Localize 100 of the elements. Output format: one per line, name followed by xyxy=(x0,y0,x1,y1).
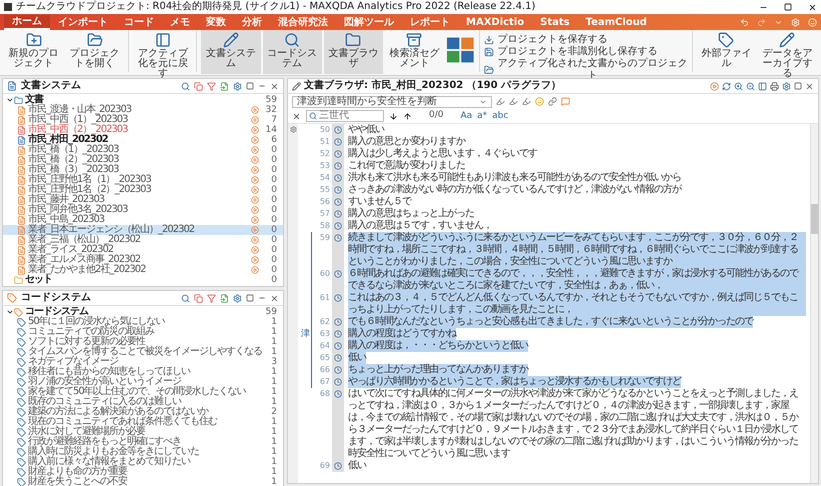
tree-row[interactable]: 市民_中西（2）_202303 14 xyxy=(3,125,283,135)
ribbon-button[interactable]: 検索済セグメント xyxy=(384,30,444,74)
clock-icon[interactable] xyxy=(334,126,342,134)
tree-row[interactable]: 市民_橋（3）_202303 0 xyxy=(3,165,283,175)
tree-row[interactable]: コードシステム 59 xyxy=(3,307,283,317)
tree-row[interactable]: 市民_橋（2）_202303 0 xyxy=(3,155,283,165)
next-icon[interactable] xyxy=(389,112,398,120)
tree-row[interactable]: 市民_村田_202302 6 xyxy=(3,135,283,145)
import-icon[interactable] xyxy=(220,82,229,90)
tree-row[interactable]: 業者_ライス_202302 0 xyxy=(3,245,283,255)
clock-icon[interactable] xyxy=(334,210,342,218)
play-icon[interactable] xyxy=(251,206,259,214)
print-icon[interactable] xyxy=(770,82,779,90)
highlighter-icon[interactable] xyxy=(522,97,531,106)
clock-icon[interactable] xyxy=(334,294,342,302)
menu-tab[interactable]: 図解ツール xyxy=(336,15,402,30)
search-option[interactable]: abc xyxy=(492,111,508,121)
play-icon[interactable] xyxy=(251,236,259,244)
search-option[interactable]: Aa xyxy=(460,111,472,121)
tree-row[interactable]: 市民_庄野他1名（1）_202303 0 xyxy=(3,175,283,185)
clock-icon[interactable] xyxy=(334,198,342,206)
ribbon-link[interactable]: プロジェクトを非識別化し保存する xyxy=(484,46,688,58)
undock-icon[interactable] xyxy=(794,82,802,90)
tree-row[interactable]: 購入時に防災よりもお金等をきにしていた 1 xyxy=(3,447,283,457)
ribbon-button[interactable]: 文書ブラウザ xyxy=(324,30,383,74)
undo-icon[interactable] xyxy=(740,18,749,27)
play-icon[interactable] xyxy=(251,226,259,234)
scrollbar[interactable] xyxy=(810,124,818,483)
tree-row[interactable]: 移住者にも昔からの知恵をしってほしい 1 xyxy=(3,367,283,377)
search-field[interactable]: 三世代 xyxy=(306,110,384,122)
settings-icon[interactable] xyxy=(233,82,242,90)
ribbon-button[interactable]: 新規のプロジェクト xyxy=(4,30,64,74)
menu-tab[interactable]: インポート xyxy=(50,15,116,30)
menu-tab[interactable]: 混合研究法 xyxy=(270,15,336,30)
tree-row[interactable]: 市民_橋（1）_202303 0 xyxy=(3,145,283,155)
highlighter-icon[interactable] xyxy=(509,97,518,106)
link-icon[interactable] xyxy=(548,97,557,106)
panel-icon[interactable] xyxy=(758,82,767,90)
comment-icon[interactable] xyxy=(561,97,570,106)
ribbon-link[interactable]: プロジェクトを保存する xyxy=(484,34,688,46)
tree-row[interactable]: 行政が避難経路をもっと明確にすべき 1 xyxy=(3,437,283,447)
chevron-icon[interactable] xyxy=(774,18,783,27)
play-icon[interactable] xyxy=(251,156,259,164)
tree-row[interactable]: 財産を失うことへの不安 1 xyxy=(3,477,283,486)
close-icon[interactable] xyxy=(808,2,817,12)
ribbon-button[interactable]: プロジェクトを開く xyxy=(65,30,124,74)
clock-icon[interactable] xyxy=(334,138,342,146)
clock-icon[interactable] xyxy=(334,378,342,386)
filter-icon[interactable] xyxy=(207,82,216,90)
clock-icon[interactable] xyxy=(334,318,342,326)
layout-grid-icon[interactable] xyxy=(446,36,475,64)
clock-icon[interactable] xyxy=(334,354,342,362)
play-icon[interactable] xyxy=(251,106,259,114)
tree-row[interactable]: 市民_庄野他1名（2）_202303 0 xyxy=(3,185,283,195)
clock-icon[interactable] xyxy=(334,234,342,242)
tree-row[interactable]: ソフトに対する更新の必要性 1 xyxy=(3,337,283,347)
tree-row[interactable]: 市民_中西（1）_202303 7 xyxy=(3,115,283,125)
highlighter-icon[interactable] xyxy=(496,97,505,106)
clock-icon[interactable] xyxy=(334,174,342,182)
play-icon[interactable] xyxy=(251,216,259,224)
play-icon[interactable] xyxy=(251,136,259,144)
zoom-in-icon[interactable] xyxy=(734,82,743,90)
tree-row[interactable]: 羽ノ浦の安全性が高いというイメージ 1 xyxy=(3,377,283,387)
tree-row[interactable]: 既存のコミュニティに入るのは難しい 1 xyxy=(3,397,283,407)
play-icon[interactable] xyxy=(251,186,259,194)
tree-row[interactable]: 業者_エルメス商事_202302 0 xyxy=(3,255,283,265)
ribbon-button[interactable]: 外部ファイル xyxy=(696,30,756,74)
emoji-icon[interactable] xyxy=(535,97,544,106)
previous-icon[interactable] xyxy=(403,112,412,120)
tree-row[interactable]: 家を建てて50年以上住むので、その間浸水したくない 1 xyxy=(3,387,283,397)
menu-tab[interactable]: ホーム xyxy=(4,15,50,30)
settings-icon[interactable] xyxy=(290,126,296,133)
settings-icon[interactable] xyxy=(782,82,791,90)
copy-icon[interactable] xyxy=(194,294,203,302)
search-icon[interactable] xyxy=(181,82,190,90)
play-icon[interactable] xyxy=(710,82,719,90)
clock-icon[interactable] xyxy=(334,150,342,158)
tree-row[interactable]: 業者_三福（松山）_202302 0 xyxy=(3,235,283,245)
play-icon[interactable] xyxy=(251,266,259,274)
play-icon[interactable] xyxy=(251,246,259,254)
tree-row[interactable]: タイムスパンを博することで被災をイメージしやすくなる 1 xyxy=(3,347,283,357)
tree-row[interactable]: コミュニティでの防災の取組み 1 xyxy=(3,327,283,337)
search-option[interactable]: a* xyxy=(477,111,488,121)
refresh-icon[interactable] xyxy=(722,82,731,90)
play-icon[interactable] xyxy=(251,256,259,264)
clock-icon[interactable] xyxy=(334,186,342,194)
play-icon[interactable] xyxy=(251,126,259,134)
copy-icon[interactable] xyxy=(194,82,203,90)
tree-row[interactable]: セット 0 xyxy=(3,275,283,285)
play-icon[interactable] xyxy=(251,166,259,174)
tree-row[interactable]: ネガティブなイメージ 3 xyxy=(3,357,283,367)
clock-icon[interactable] xyxy=(334,390,342,398)
menu-tab[interactable]: コード xyxy=(116,15,162,30)
play-icon[interactable] xyxy=(251,196,259,204)
clock-icon[interactable] xyxy=(334,330,342,338)
menu-tab[interactable]: メモ xyxy=(162,15,198,30)
tree-row[interactable]: 財産よりも命の方が重要 1 xyxy=(3,467,283,477)
tree-row[interactable]: 市民_阿弁他3名_202303 0 xyxy=(3,205,283,215)
tree-row[interactable]: 業者_日本エージェンシ（松山）_202302 0 xyxy=(3,225,283,235)
tree-row[interactable]: 市民_渡邊・山本_202303 32 xyxy=(3,105,283,115)
